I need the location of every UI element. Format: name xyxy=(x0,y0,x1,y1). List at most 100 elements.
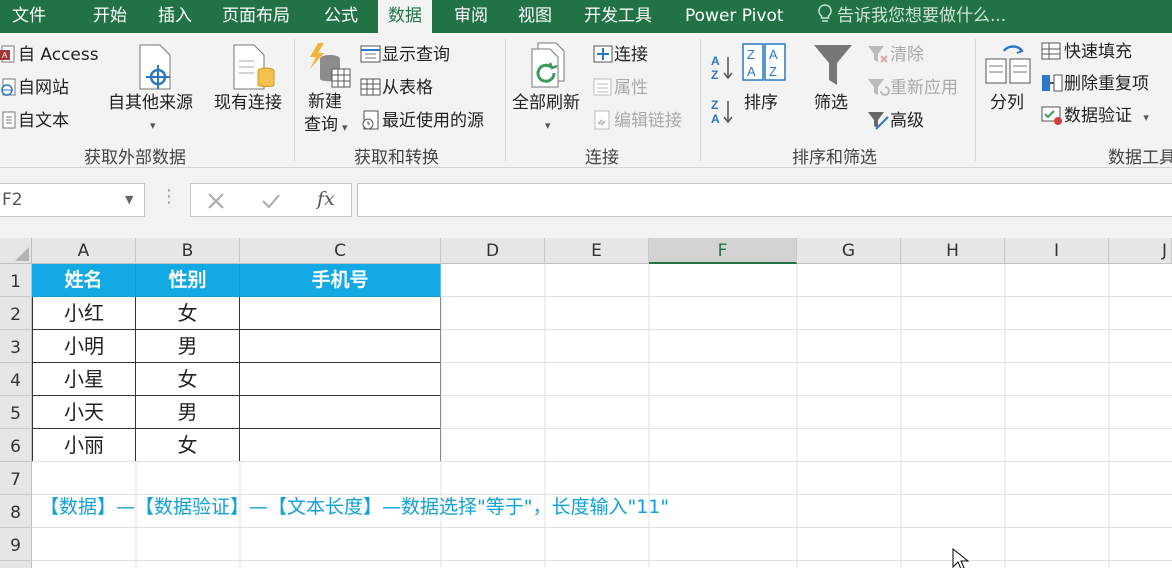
tab-developer[interactable]: 开发工具 xyxy=(584,0,652,33)
tab-file[interactable]: 文件 xyxy=(12,0,46,33)
tab-formulas[interactable]: 公式 xyxy=(324,0,358,33)
tab-insert[interactable]: 插入 xyxy=(158,0,192,33)
row-header-5[interactable]: 5 xyxy=(0,396,32,429)
row-header-4[interactable]: 4 xyxy=(0,363,32,396)
new-query-label-2: 查询 xyxy=(304,115,338,135)
svg-text:A: A xyxy=(769,47,778,62)
advanced-filter-button[interactable]: 高级 xyxy=(866,110,924,132)
ribbon: A 自 Access 自网站 自文本 自其他来源 ▾ 现有连接 获取外部数据 新… xyxy=(0,33,1172,168)
enter-check-icon[interactable] xyxy=(261,192,281,210)
column-header-h[interactable]: H xyxy=(901,238,1005,264)
sort-descending-icon[interactable]: Z A xyxy=(710,97,734,127)
group-label-sort-filter: 排序和筛选 xyxy=(792,148,877,168)
reapply-button[interactable]: 重新应用 xyxy=(866,77,958,99)
globe-icon xyxy=(1,78,16,96)
access-icon: A xyxy=(0,45,15,63)
group-label-get-external: 获取外部数据 xyxy=(84,148,186,168)
column-header-g[interactable]: G xyxy=(797,238,901,264)
refresh-all-button[interactable]: 全部刷新 ▾ xyxy=(510,39,588,139)
properties-button[interactable]: 属性 xyxy=(592,77,648,99)
connections-icon xyxy=(593,45,613,63)
column-header-e[interactable]: E xyxy=(545,238,649,264)
dropdown-arrow-icon: ▾ xyxy=(150,119,156,132)
tell-me-search[interactable]: 告诉我您想要做什么... xyxy=(817,0,1006,33)
data-validation-label: 数据验证 xyxy=(1064,106,1132,126)
connections-button[interactable]: 连接 xyxy=(592,44,648,66)
formula-input[interactable] xyxy=(357,183,1172,217)
remove-duplicates-button[interactable]: 删除重复项 xyxy=(1040,73,1149,95)
more-icon: ⋮ xyxy=(160,186,178,207)
sort-label: 排序 xyxy=(744,93,778,113)
row-header-3[interactable]: 3 xyxy=(0,330,32,363)
sort-ascending-icon[interactable]: A Z xyxy=(710,53,734,83)
row-header-1[interactable]: 1 xyxy=(0,264,32,297)
tab-review[interactable]: 审阅 xyxy=(454,0,488,33)
show-queries-label: 显示查询 xyxy=(382,45,450,65)
insert-function-icon[interactable]: fx xyxy=(317,188,335,210)
recent-sources-label: 最近使用的源 xyxy=(382,111,484,131)
flash-fill-label: 快速填充 xyxy=(1064,42,1132,62)
column-header-j[interactable]: J xyxy=(1109,238,1172,264)
from-access-button[interactable]: A 自 Access xyxy=(0,44,99,66)
text-to-columns-button[interactable]: 分列 xyxy=(982,39,1034,139)
flash-fill-button[interactable]: 快速填充 xyxy=(1040,41,1132,63)
from-web-button[interactable]: 自网站 xyxy=(0,77,69,99)
column-header-i[interactable]: I xyxy=(1005,238,1109,264)
row-header-6[interactable]: 6 xyxy=(0,429,32,462)
edit-links-label: 编辑链接 xyxy=(614,111,682,131)
table-icon xyxy=(360,78,381,96)
column-header-d[interactable]: D xyxy=(441,238,545,264)
show-queries-button[interactable]: 显示查询 xyxy=(360,44,450,66)
other-sources-icon xyxy=(139,44,171,90)
clear-filter-button[interactable]: 清除 xyxy=(866,44,924,66)
group-label-connections: 连接 xyxy=(585,148,619,168)
from-text-button[interactable]: 自文本 xyxy=(0,110,69,132)
other-sources-label: 自其他来源 xyxy=(108,93,193,113)
dropdown-arrow-icon: ▾ xyxy=(342,121,348,134)
chevron-down-icon[interactable]: ▼ xyxy=(125,193,133,206)
svg-text:Z: Z xyxy=(769,64,777,79)
tab-home[interactable]: 开始 xyxy=(93,0,127,33)
existing-connections-icon xyxy=(233,44,275,90)
dropdown-arrow-icon: ▾ xyxy=(545,119,551,132)
column-header-f[interactable]: F xyxy=(649,238,797,264)
menu-bar: 文件 开始 插入 页面布局 公式 数据 审阅 视图 开发工具 Power Piv… xyxy=(0,0,1172,34)
from-text-label: 自文本 xyxy=(18,111,69,131)
svg-text:Z: Z xyxy=(747,47,755,62)
existing-connections-label: 现有连接 xyxy=(214,93,282,113)
row-header-2[interactable]: 2 xyxy=(0,297,32,330)
row-header-7[interactable]: 7 xyxy=(0,462,32,495)
row-header-10[interactable]: 10 xyxy=(0,561,32,568)
advanced-filter-icon xyxy=(868,112,889,130)
name-box[interactable]: F2 ▼ xyxy=(0,183,145,217)
column-header-b[interactable]: B xyxy=(136,238,240,264)
text-to-columns-icon xyxy=(985,45,1031,84)
tab-data[interactable]: 数据 xyxy=(378,0,432,34)
data-validation-button[interactable]: 数据验证 ▾ xyxy=(1040,105,1149,129)
cancel-icon[interactable] xyxy=(207,192,225,210)
from-table-button[interactable]: 从表格 xyxy=(360,77,433,99)
new-query-button[interactable]: 新建 查询 ▾ xyxy=(298,39,356,139)
text-to-columns-label: 分列 xyxy=(990,93,1024,113)
select-all-corner[interactable] xyxy=(0,238,32,264)
row-header-9[interactable]: 9 xyxy=(0,528,32,561)
column-header-a[interactable]: A xyxy=(32,238,136,264)
existing-connections-button[interactable]: 现有连接 xyxy=(212,39,292,139)
tab-page-layout[interactable]: 页面布局 xyxy=(222,0,290,33)
sort-button[interactable]: Z A A Z 排序 xyxy=(740,39,788,139)
svg-text:A: A xyxy=(711,112,720,126)
tab-view[interactable]: 视图 xyxy=(518,0,552,33)
data-validation-icon xyxy=(1041,106,1062,125)
edit-links-button[interactable]: 编辑链接 xyxy=(592,110,682,132)
ribbon-separator xyxy=(294,39,295,161)
tab-power-pivot[interactable]: Power Pivot xyxy=(685,0,784,33)
filter-button[interactable]: 筛选 xyxy=(808,39,858,139)
from-other-sources-button[interactable]: 自其他来源 ▾ xyxy=(108,39,202,139)
column-header-c[interactable]: C xyxy=(240,238,441,264)
edit-links-icon xyxy=(594,110,610,130)
row-header-8[interactable]: 8 xyxy=(0,495,32,528)
advanced-label: 高级 xyxy=(890,111,924,131)
recent-sources-button[interactable]: 最近使用的源 xyxy=(360,110,484,132)
from-web-label: 自网站 xyxy=(18,78,69,98)
mouse-cursor-icon xyxy=(952,548,970,568)
